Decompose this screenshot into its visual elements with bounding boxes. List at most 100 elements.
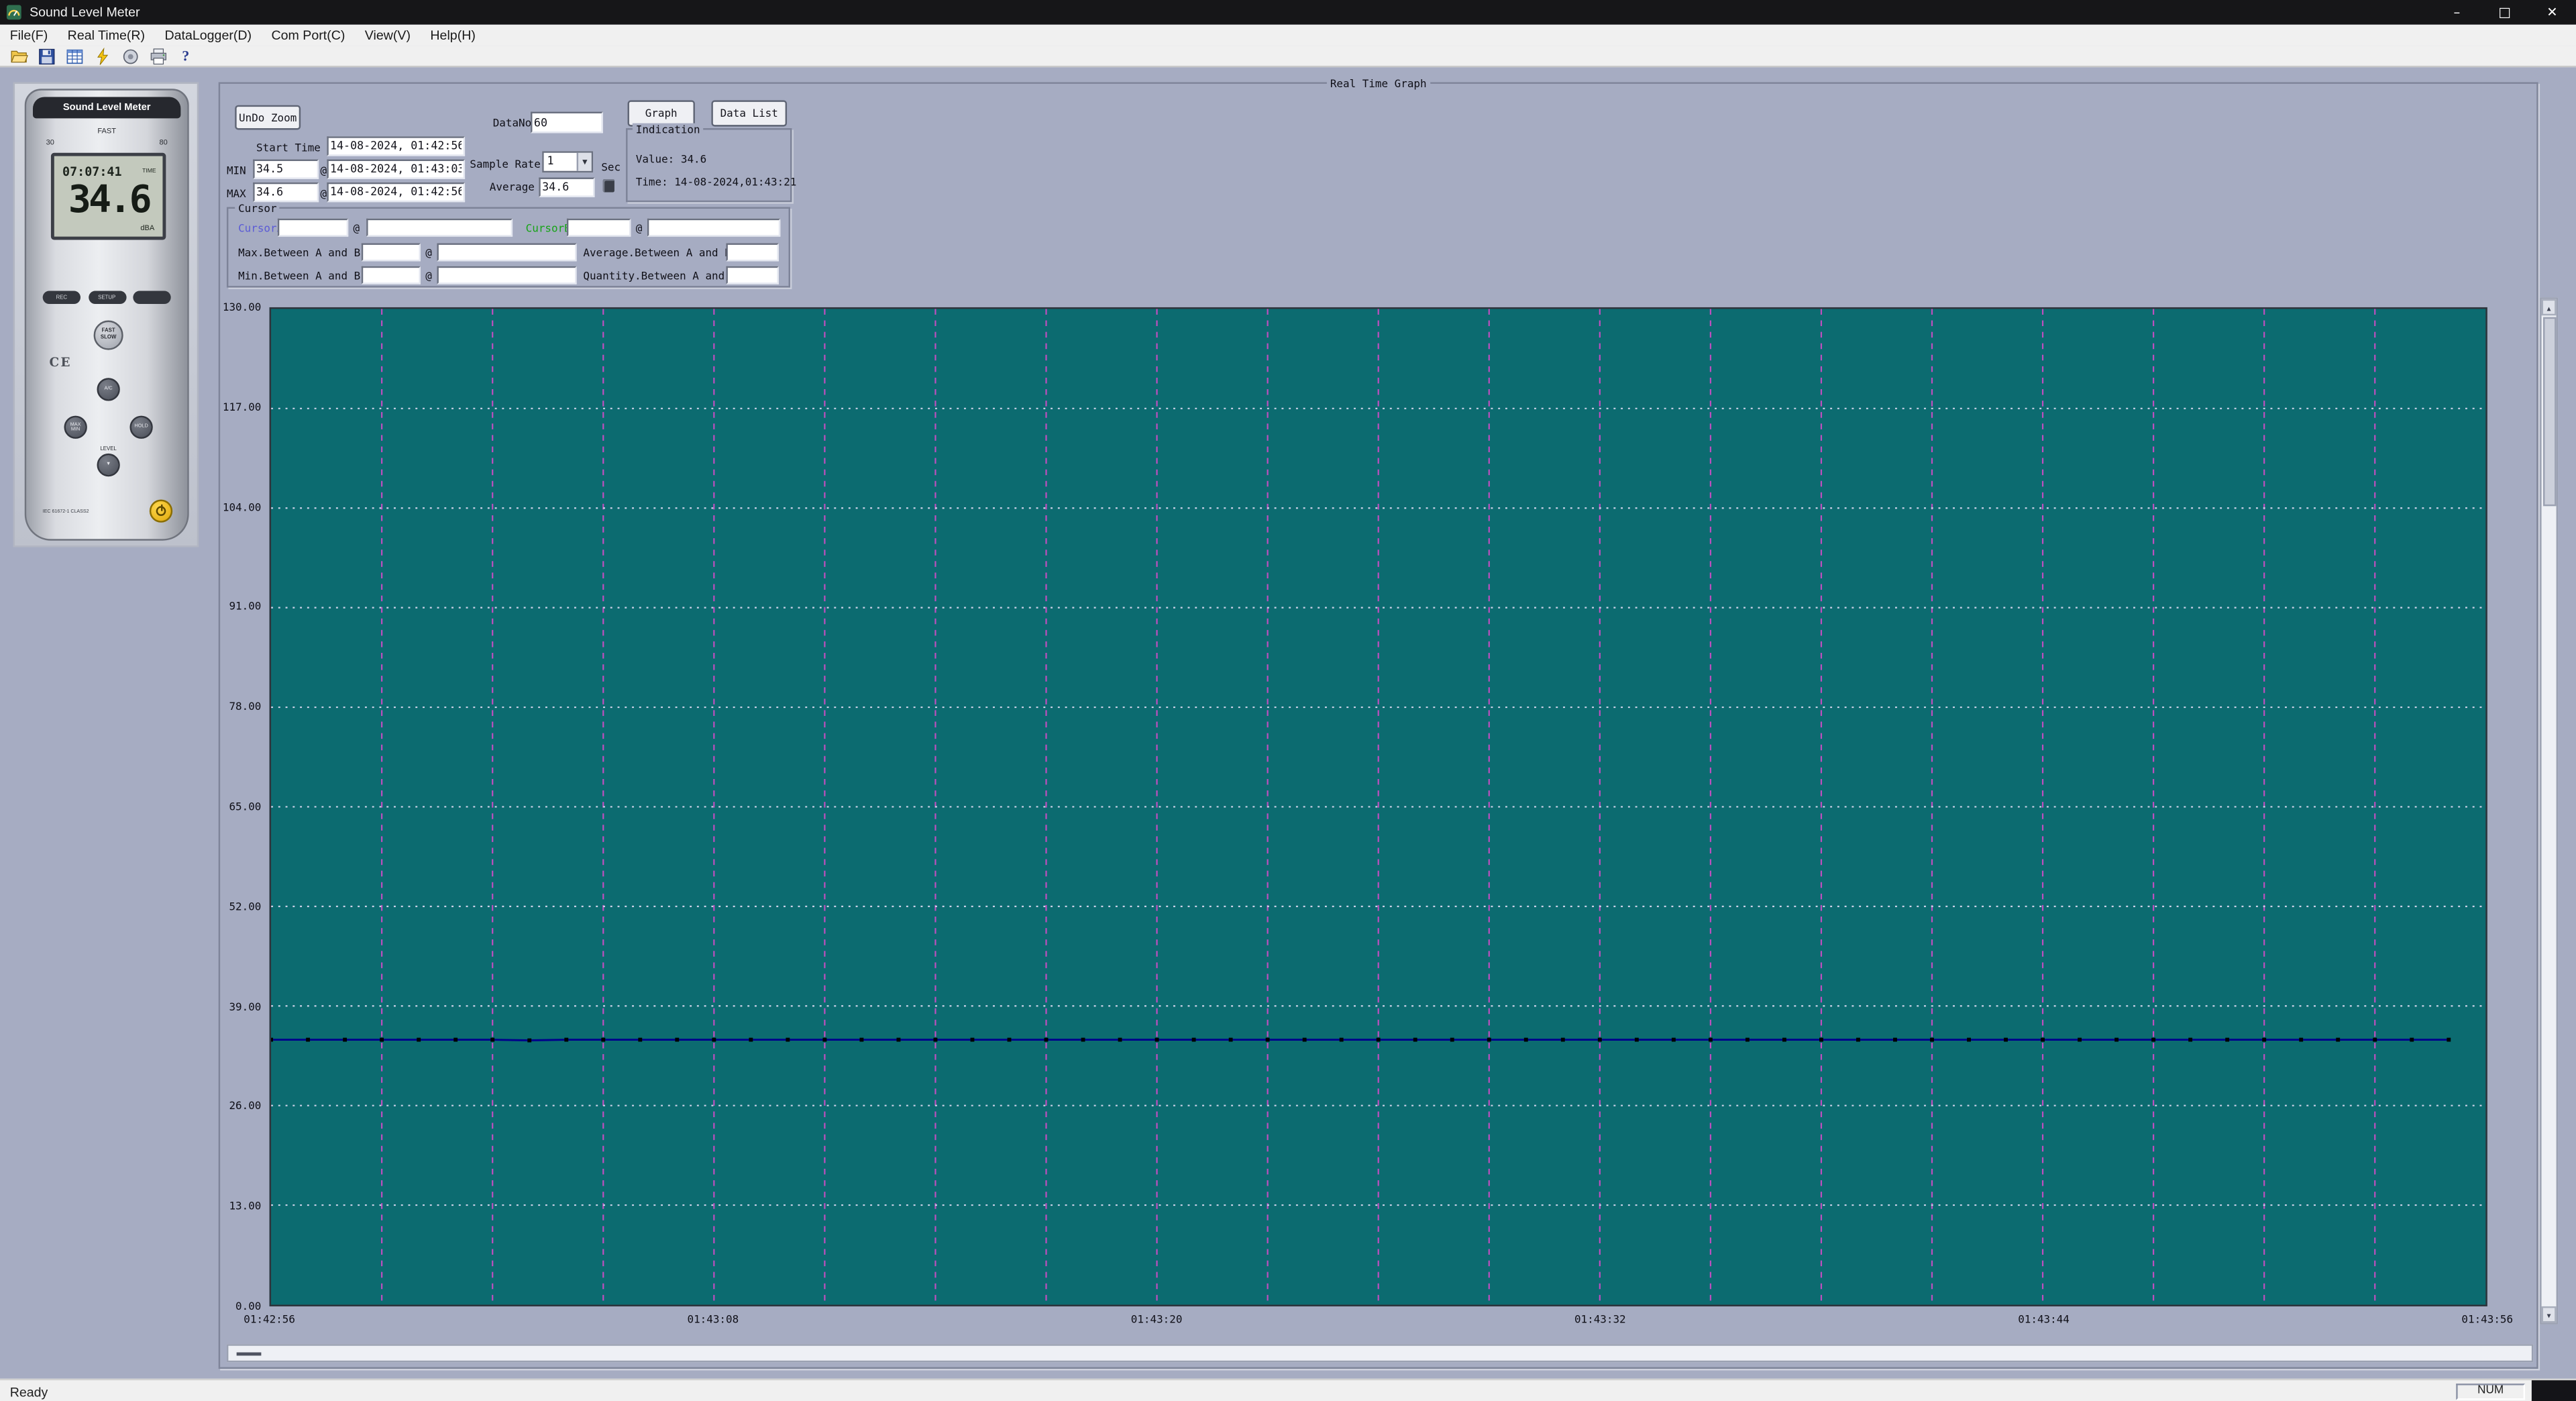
real-time-button[interactable] bbox=[91, 46, 113, 66]
graph-plot-area[interactable] bbox=[270, 307, 2487, 1306]
cursor-title: Cursor bbox=[235, 202, 280, 215]
menu-file[interactable]: File(F) bbox=[0, 25, 58, 46]
x-axis-tick-label: 01:43:20 bbox=[1131, 1313, 1183, 1327]
avg-between-value-input[interactable] bbox=[726, 243, 778, 261]
app-icon bbox=[7, 5, 21, 19]
status-bar: Ready NUM bbox=[0, 1379, 2576, 1401]
lcd-unit: dBA bbox=[140, 223, 154, 231]
minimize-button[interactable]: – bbox=[2433, 0, 2481, 25]
window-title: Sound Level Meter bbox=[30, 5, 140, 19]
device-hold-button: HOLD bbox=[129, 416, 152, 439]
cursor-a-value-input[interactable] bbox=[278, 219, 348, 237]
panel-title: Real Time Graph bbox=[1327, 77, 1430, 91]
horizontal-scrollbar[interactable] bbox=[227, 1344, 2533, 1362]
device-ac-button: A/C bbox=[97, 378, 119, 401]
device-range: 30 80 bbox=[46, 138, 168, 146]
indication-time-row: Time: 14-08-2024,01:43:21 bbox=[636, 176, 797, 189]
x-axis-tick-label: 01:43:44 bbox=[2018, 1313, 2070, 1327]
com-port-button[interactable] bbox=[118, 46, 141, 66]
horizontal-scrollbar-thumb[interactable] bbox=[237, 1351, 262, 1355]
ce-mark: CE bbox=[49, 355, 72, 370]
window-corner bbox=[2532, 1380, 2576, 1401]
cursor-b-at-label: @ bbox=[636, 222, 643, 236]
sample-rate-unit-label: Sec bbox=[601, 161, 621, 174]
device-power-button bbox=[150, 499, 172, 522]
start-time-input[interactable] bbox=[327, 136, 465, 156]
lcd-reading: 34.6 bbox=[54, 179, 150, 222]
max-time-input[interactable] bbox=[327, 183, 465, 202]
title-bar: Sound Level Meter – □ ✕ bbox=[0, 0, 2576, 25]
menu-help[interactable]: Help(H) bbox=[421, 25, 486, 46]
average-label: Average bbox=[490, 180, 535, 194]
chevron-down-icon[interactable]: ▼ bbox=[577, 153, 592, 171]
indication-value-row: Value: 34.6 bbox=[636, 153, 706, 166]
menu-com-port[interactable]: Com Port(C) bbox=[262, 25, 355, 46]
x-axis-labels: 01:42:5601:43:0801:43:2001:43:3201:43:44… bbox=[270, 1313, 2487, 1329]
indication-time-label: Time: bbox=[636, 176, 668, 189]
undo-zoom-button[interactable]: UnDo Zoom bbox=[235, 105, 301, 130]
data-list-button[interactable]: Data List bbox=[711, 100, 787, 126]
min-label: MIN bbox=[227, 164, 246, 178]
about-button[interactable]: ? bbox=[174, 46, 197, 66]
scroll-down-icon[interactable]: ▼ bbox=[2542, 1306, 2557, 1322]
max-label: MAX bbox=[227, 187, 246, 201]
data-no-input[interactable] bbox=[531, 112, 603, 134]
y-axis-tick-label: 65.00 bbox=[229, 800, 261, 814]
min-between-value-input[interactable] bbox=[362, 266, 421, 284]
y-axis-tick-label: 13.00 bbox=[229, 1200, 261, 1213]
device-pill-buttons: REC SETUP bbox=[43, 291, 171, 304]
menu-view[interactable]: View(V) bbox=[355, 25, 421, 46]
qty-between-label: Quantity.Between A and B bbox=[583, 270, 737, 283]
max-value-input[interactable] bbox=[253, 183, 319, 202]
device-body: Sound Level Meter FAST 30 80 07:07:41 TI… bbox=[25, 89, 189, 540]
data-list-button-toolbar[interactable] bbox=[62, 46, 85, 66]
max-between-time-input[interactable] bbox=[437, 243, 576, 261]
cursor-b-value-input[interactable] bbox=[567, 219, 631, 237]
vertical-scrollbar[interactable]: ▲ ▼ bbox=[2540, 297, 2558, 1325]
min-value-input[interactable] bbox=[253, 160, 319, 179]
cursor-a-time-input[interactable] bbox=[366, 219, 513, 237]
save-button[interactable] bbox=[34, 46, 57, 66]
device-lcd: 07:07:41 TIME 34.6 dBA bbox=[51, 153, 166, 240]
qty-between-value-input[interactable] bbox=[726, 266, 778, 284]
client-area: Sound Level Meter FAST 30 80 07:07:41 TI… bbox=[0, 67, 2576, 1378]
device-level-label: LEVEL bbox=[51, 446, 166, 452]
min-time-input[interactable] bbox=[327, 160, 465, 179]
close-button[interactable]: ✕ bbox=[2528, 0, 2576, 25]
min-between-time-input[interactable] bbox=[437, 266, 576, 284]
scroll-up-icon[interactable]: ▲ bbox=[2542, 299, 2557, 315]
y-axis-tick-label: 39.00 bbox=[229, 1000, 261, 1013]
device-aux-button bbox=[133, 291, 170, 304]
indication-value: 34.6 bbox=[681, 153, 706, 166]
min-between-label: Min.Between A and B bbox=[238, 270, 360, 283]
average-value-input[interactable] bbox=[539, 177, 594, 197]
window-controls: – □ ✕ bbox=[2433, 0, 2576, 25]
device-maxmin-button: MAX MIN bbox=[64, 416, 87, 439]
menu-real-time[interactable]: Real Time(R) bbox=[58, 25, 155, 46]
y-axis-tick-label: 26.00 bbox=[229, 1100, 261, 1113]
x-axis-tick-label: 01:43:56 bbox=[2461, 1313, 2513, 1327]
device-brand-label: Sound Level Meter bbox=[33, 97, 180, 118]
maximize-button[interactable]: □ bbox=[2481, 0, 2528, 25]
max-between-value-input[interactable] bbox=[362, 243, 421, 261]
cursor-b-time-input[interactable] bbox=[647, 219, 780, 237]
sample-rate-label: Sample Rate bbox=[470, 158, 540, 171]
max-between-at-label: @ bbox=[425, 246, 432, 260]
indication-time: 14-08-2024,01:43:21 bbox=[674, 176, 796, 189]
vertical-scrollbar-thumb[interactable] bbox=[2542, 317, 2556, 507]
real-time-graph-panel: Real Time Graph UnDo Zoom DataNo. Graph … bbox=[219, 82, 2538, 1369]
menu-bar: File(F) Real Time(R) DataLogger(D) Com P… bbox=[0, 25, 2576, 46]
max-at-label: @ bbox=[321, 187, 327, 201]
unit-stamp-icon bbox=[603, 179, 614, 193]
y-axis-tick-label: 117.00 bbox=[223, 401, 262, 414]
print-button[interactable] bbox=[146, 46, 169, 66]
toolbar: ? bbox=[0, 46, 2576, 68]
y-axis-tick-label: 104.00 bbox=[223, 501, 262, 514]
x-axis-tick-label: 01:43:08 bbox=[688, 1313, 739, 1327]
device-rec-button: REC bbox=[43, 291, 80, 304]
printer-icon bbox=[149, 47, 167, 65]
menu-datalogger[interactable]: DataLogger(D) bbox=[155, 25, 262, 46]
help-icon: ? bbox=[182, 48, 189, 64]
open-file-button[interactable] bbox=[7, 46, 30, 66]
sample-rate-select[interactable]: 1 ▼ bbox=[542, 151, 593, 172]
